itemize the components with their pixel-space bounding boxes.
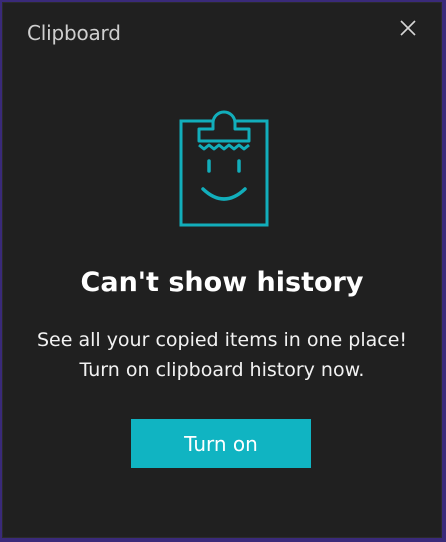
- close-icon: [400, 20, 416, 36]
- clipboard-smiley-icon: [179, 110, 269, 227]
- turn-on-button[interactable]: Turn on: [131, 419, 311, 468]
- description-line-2: Turn on clipboard history now.: [79, 359, 365, 381]
- empty-state-heading: Can't show history: [80, 267, 364, 298]
- panel-title: Clipboard: [27, 21, 121, 45]
- close-button[interactable]: [395, 15, 421, 41]
- description-line-1: See all your copied items in one place!: [36, 329, 408, 351]
- empty-state-description: See all your copied items in one place! …: [3, 325, 441, 385]
- clipboard-panel: Clipboard Can't show history See all you…: [2, 2, 442, 538]
